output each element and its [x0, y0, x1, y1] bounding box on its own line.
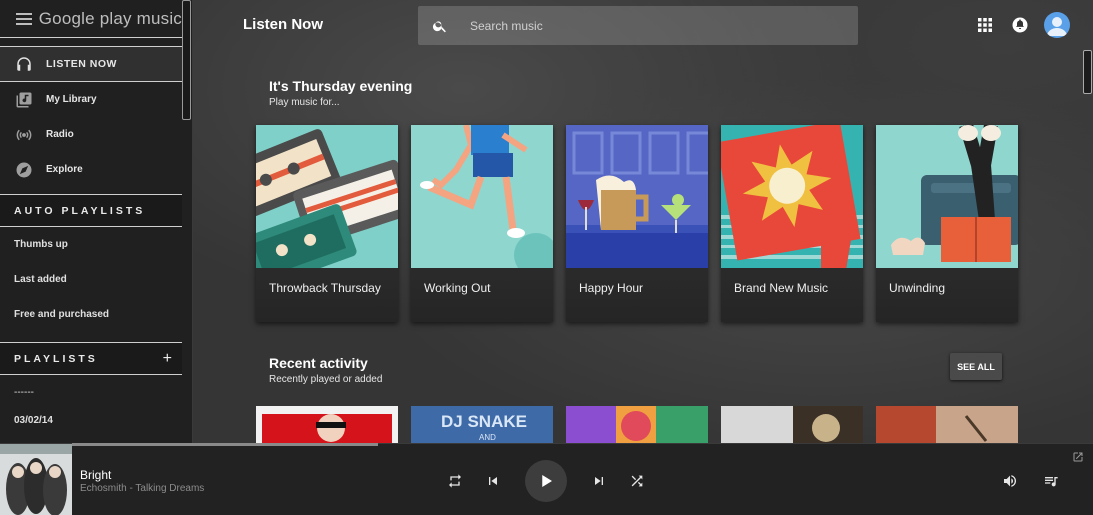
- recent-card[interactable]: DJ SNAKE AND: [411, 406, 553, 443]
- album-art-text: DJ SNAKE: [441, 412, 527, 431]
- next-button[interactable]: [590, 472, 608, 490]
- card-working-out[interactable]: Working Out: [411, 125, 553, 322]
- album-cover[interactable]: [0, 444, 72, 515]
- cassette-artwork: [256, 125, 398, 268]
- search-box[interactable]: [418, 6, 858, 45]
- sidebar-header: Google play music: [0, 0, 182, 38]
- track-title[interactable]: Bright: [80, 468, 111, 482]
- runner-artwork: [411, 125, 553, 268]
- compass-icon: [14, 160, 34, 180]
- library-icon: [14, 90, 34, 110]
- see-all-button[interactable]: SEE ALL: [950, 353, 1002, 380]
- card-label: Brand New Music: [734, 281, 829, 295]
- recent-card[interactable]: [566, 406, 708, 443]
- progress-bar[interactable]: [72, 443, 378, 446]
- recent-card[interactable]: [256, 406, 398, 443]
- search-icon: [432, 20, 446, 32]
- drinks-artwork: [566, 125, 708, 268]
- recent-cards: DJ SNAKE AND: [256, 406, 1018, 443]
- playlists-header-label: PLAYLISTS: [14, 352, 98, 365]
- card-label: Unwinding: [889, 281, 946, 295]
- menu-icon[interactable]: [16, 12, 32, 25]
- recent-card[interactable]: [721, 406, 863, 443]
- queue-music-icon: [1045, 477, 1058, 487]
- card-label: Happy Hour: [579, 281, 644, 295]
- section-title: It's Thursday evening: [269, 78, 413, 94]
- auto-playlists-header: AUTO PLAYLISTS: [0, 194, 182, 227]
- card-throwback-thursday[interactable]: Throwback Thursday: [256, 125, 398, 322]
- recent-card[interactable]: [876, 406, 1018, 443]
- main-content: Listen Now It's Thursday evening Play mu…: [193, 0, 1093, 443]
- situation-cards: Throwback Thursday Working Out Happy Hou…: [256, 125, 1018, 322]
- sidebar-item-explore[interactable]: Explore: [0, 152, 182, 187]
- shuffle-icon: [631, 475, 643, 487]
- skip-previous-icon: [489, 477, 497, 485]
- apps-grid-icon[interactable]: [978, 18, 992, 32]
- radio-icon: [14, 125, 34, 145]
- main-scrollbar[interactable]: [1083, 50, 1092, 94]
- volume-icon: [1004, 475, 1017, 487]
- sidebar-item-listen-now[interactable]: LISTEN NOW: [0, 46, 182, 82]
- user-icon: [1047, 17, 1067, 36]
- page-title: Listen Now: [243, 16, 324, 33]
- notifications-icon[interactable]: [1011, 16, 1029, 34]
- shuffle-button[interactable]: [628, 472, 646, 490]
- playlist-item-free-and-purchased[interactable]: Free and purchased: [0, 297, 192, 332]
- sidebar-item-label: LISTEN NOW: [46, 58, 117, 70]
- sidebar: Google play music LISTEN NOW My Library …: [0, 0, 193, 443]
- recent-section-title: Recent activity: [269, 355, 368, 371]
- external-link-icon: [1073, 452, 1083, 462]
- album-art-text: AND: [479, 433, 496, 442]
- avatar[interactable]: [1044, 12, 1070, 38]
- top-bar: Listen Now: [193, 0, 1093, 94]
- sidebar-item-label: My Library: [46, 94, 97, 105]
- player-bar: Bright Echosmith - Talking Dreams: [0, 443, 1093, 515]
- volume-button[interactable]: [1001, 472, 1019, 490]
- sidebar-item-radio[interactable]: Radio: [0, 117, 182, 152]
- play-button[interactable]: [525, 460, 567, 502]
- sidebar-item-label: Explore: [46, 164, 83, 175]
- search-input[interactable]: [470, 18, 830, 33]
- section-subtitle: Play music for...: [269, 97, 340, 108]
- card-label: Throwback Thursday: [269, 281, 381, 295]
- playlist-item[interactable]: ------: [0, 375, 192, 409]
- queue-button[interactable]: [1042, 472, 1060, 490]
- playlist-item-last-added[interactable]: Last added: [0, 262, 192, 297]
- card-happy-hour[interactable]: Happy Hour: [566, 125, 708, 322]
- playlist-item[interactable]: 03/02/14: [0, 409, 192, 432]
- app-logo[interactable]: Google play music: [39, 9, 182, 29]
- sidebar-item-label: Radio: [46, 129, 74, 140]
- vinyl-artwork: [721, 125, 863, 268]
- playlist-item-thumbs-up[interactable]: Thumbs up: [0, 227, 192, 262]
- skip-next-icon: [595, 477, 603, 485]
- sidebar-item-my-library[interactable]: My Library: [0, 82, 182, 117]
- previous-button[interactable]: [484, 472, 502, 490]
- add-playlist-button[interactable]: +: [163, 350, 172, 368]
- reading-artwork: [876, 125, 1018, 268]
- card-unwinding[interactable]: Unwinding: [876, 125, 1018, 322]
- card-brand-new-music[interactable]: Brand New Music: [721, 125, 863, 322]
- track-artist[interactable]: Echosmith - Talking Dreams: [80, 483, 204, 494]
- recent-section-subtitle: Recently played or added: [269, 374, 383, 385]
- play-icon: [542, 475, 552, 487]
- popout-button[interactable]: [1071, 450, 1085, 464]
- playlists-header: PLAYLISTS +: [0, 342, 182, 375]
- sidebar-scrollbar[interactable]: [182, 0, 191, 120]
- card-label: Working Out: [424, 281, 491, 295]
- repeat-button[interactable]: [446, 472, 464, 490]
- repeat-icon: [449, 474, 461, 488]
- headphones-icon: [14, 54, 34, 74]
